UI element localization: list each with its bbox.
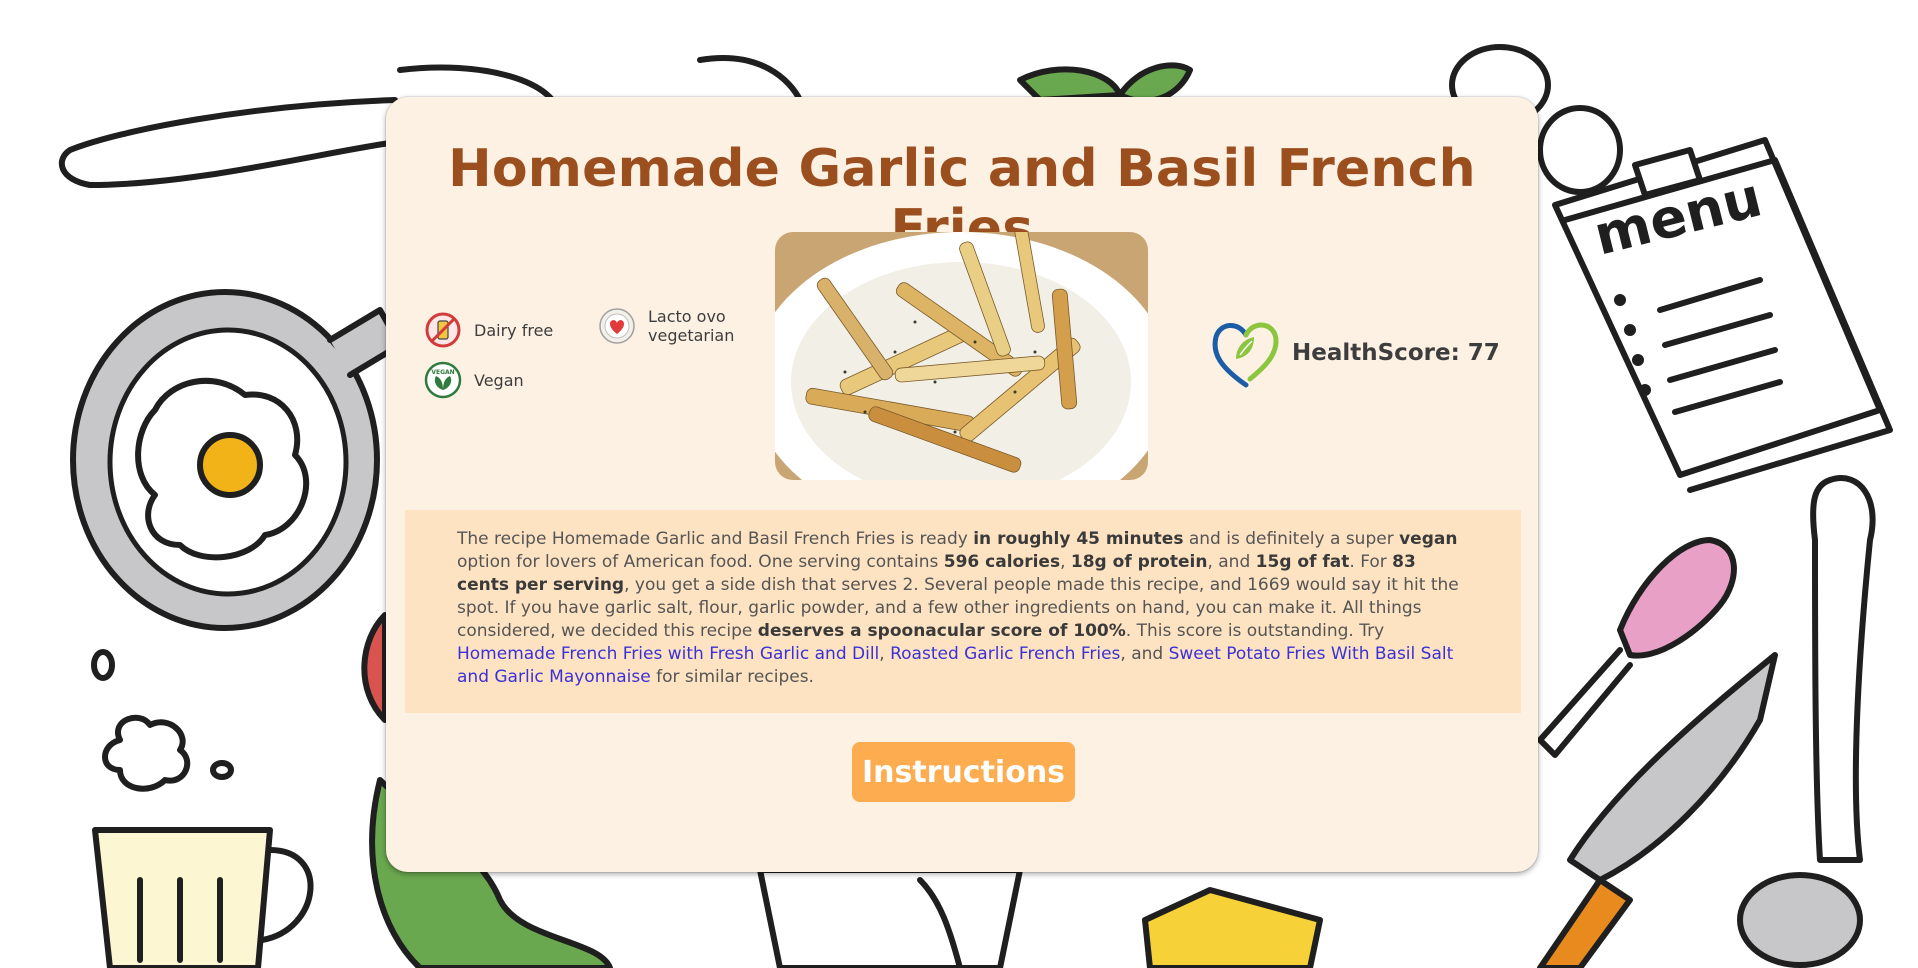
fries-image — [775, 232, 1148, 480]
summary-text: . This score is outstanding. Try — [1125, 621, 1385, 641]
summary-text: , and — [1120, 644, 1169, 664]
health-score: HealthScore: 77 — [1210, 315, 1500, 391]
instructions-button[interactable]: Instructions — [852, 742, 1075, 802]
summary-bold: deserves a spoonacular score of 100% — [757, 621, 1126, 641]
summary-bold: 18g of protein — [1070, 552, 1208, 572]
cheese-doodle — [1142, 887, 1323, 968]
summary-bold: in roughly 45 minutes — [973, 529, 1184, 549]
summary-text: and is definitely a super — [1183, 529, 1400, 549]
recipe-card: Homemade Garlic and Basil French Fries D… — [386, 97, 1538, 872]
badge-label: Lacto ovo vegetarian — [648, 307, 734, 345]
health-score-label: HealthScore: 77 — [1292, 340, 1500, 366]
summary-text: , — [1060, 552, 1071, 572]
spatula-doodle — [58, 97, 413, 188]
heart-leaf-icon — [1212, 322, 1279, 388]
summary-text: option for lovers of American food. One … — [457, 552, 944, 572]
recipe-photo — [775, 232, 1148, 480]
summary-text: for similar recipes. — [650, 667, 814, 687]
vegan-icon: VEGAN — [424, 361, 462, 399]
summary-text: . For — [1349, 552, 1393, 572]
similar-recipe-link[interactable]: Roasted Garlic French Fries — [890, 644, 1120, 664]
badge-label: Dairy free — [474, 320, 554, 340]
vegan-icon-text: VEGAN — [431, 369, 454, 376]
summary-text: The recipe Homemade Garlic and Basil Fre… — [457, 529, 974, 549]
summary-text: , and — [1207, 552, 1256, 572]
leaves-doodle — [1017, 66, 1123, 103]
badge-label: Vegan — [474, 370, 524, 390]
badge-dairy-free: Dairy free — [424, 311, 553, 349]
badge-lacto-ovo-vegetarian: Lacto ovo vegetarian — [598, 307, 734, 345]
similar-recipe-link[interactable]: Homemade French Fries with Fresh Garlic … — [457, 644, 879, 664]
summary-bold: 596 calories — [943, 552, 1061, 572]
recipe-summary: The recipe Homemade Garlic and Basil Fre… — [405, 510, 1521, 713]
tomato-doodle — [361, 612, 388, 723]
ladle-doodle — [1810, 475, 1876, 863]
badge-label-line1: Lacto ovo — [648, 307, 726, 326]
dairy-free-icon — [425, 312, 461, 348]
diet-badges: Dairy free Lacto ovo vegetarian VEGAN Ve… — [424, 307, 764, 421]
pink-spatula-doodle — [1617, 537, 1737, 659]
summary-text: , — [879, 644, 891, 664]
summary-bold: 15g of fat — [1255, 552, 1350, 572]
summary-bold: vegan — [1399, 529, 1458, 549]
pot-doodle — [757, 867, 1023, 968]
knife-doodle — [1567, 652, 1778, 883]
badge-label-line2: vegetarian — [648, 326, 735, 345]
lacto-ovo-vegetarian-icon — [599, 308, 635, 344]
badge-vegan: VEGAN Vegan — [424, 361, 524, 399]
